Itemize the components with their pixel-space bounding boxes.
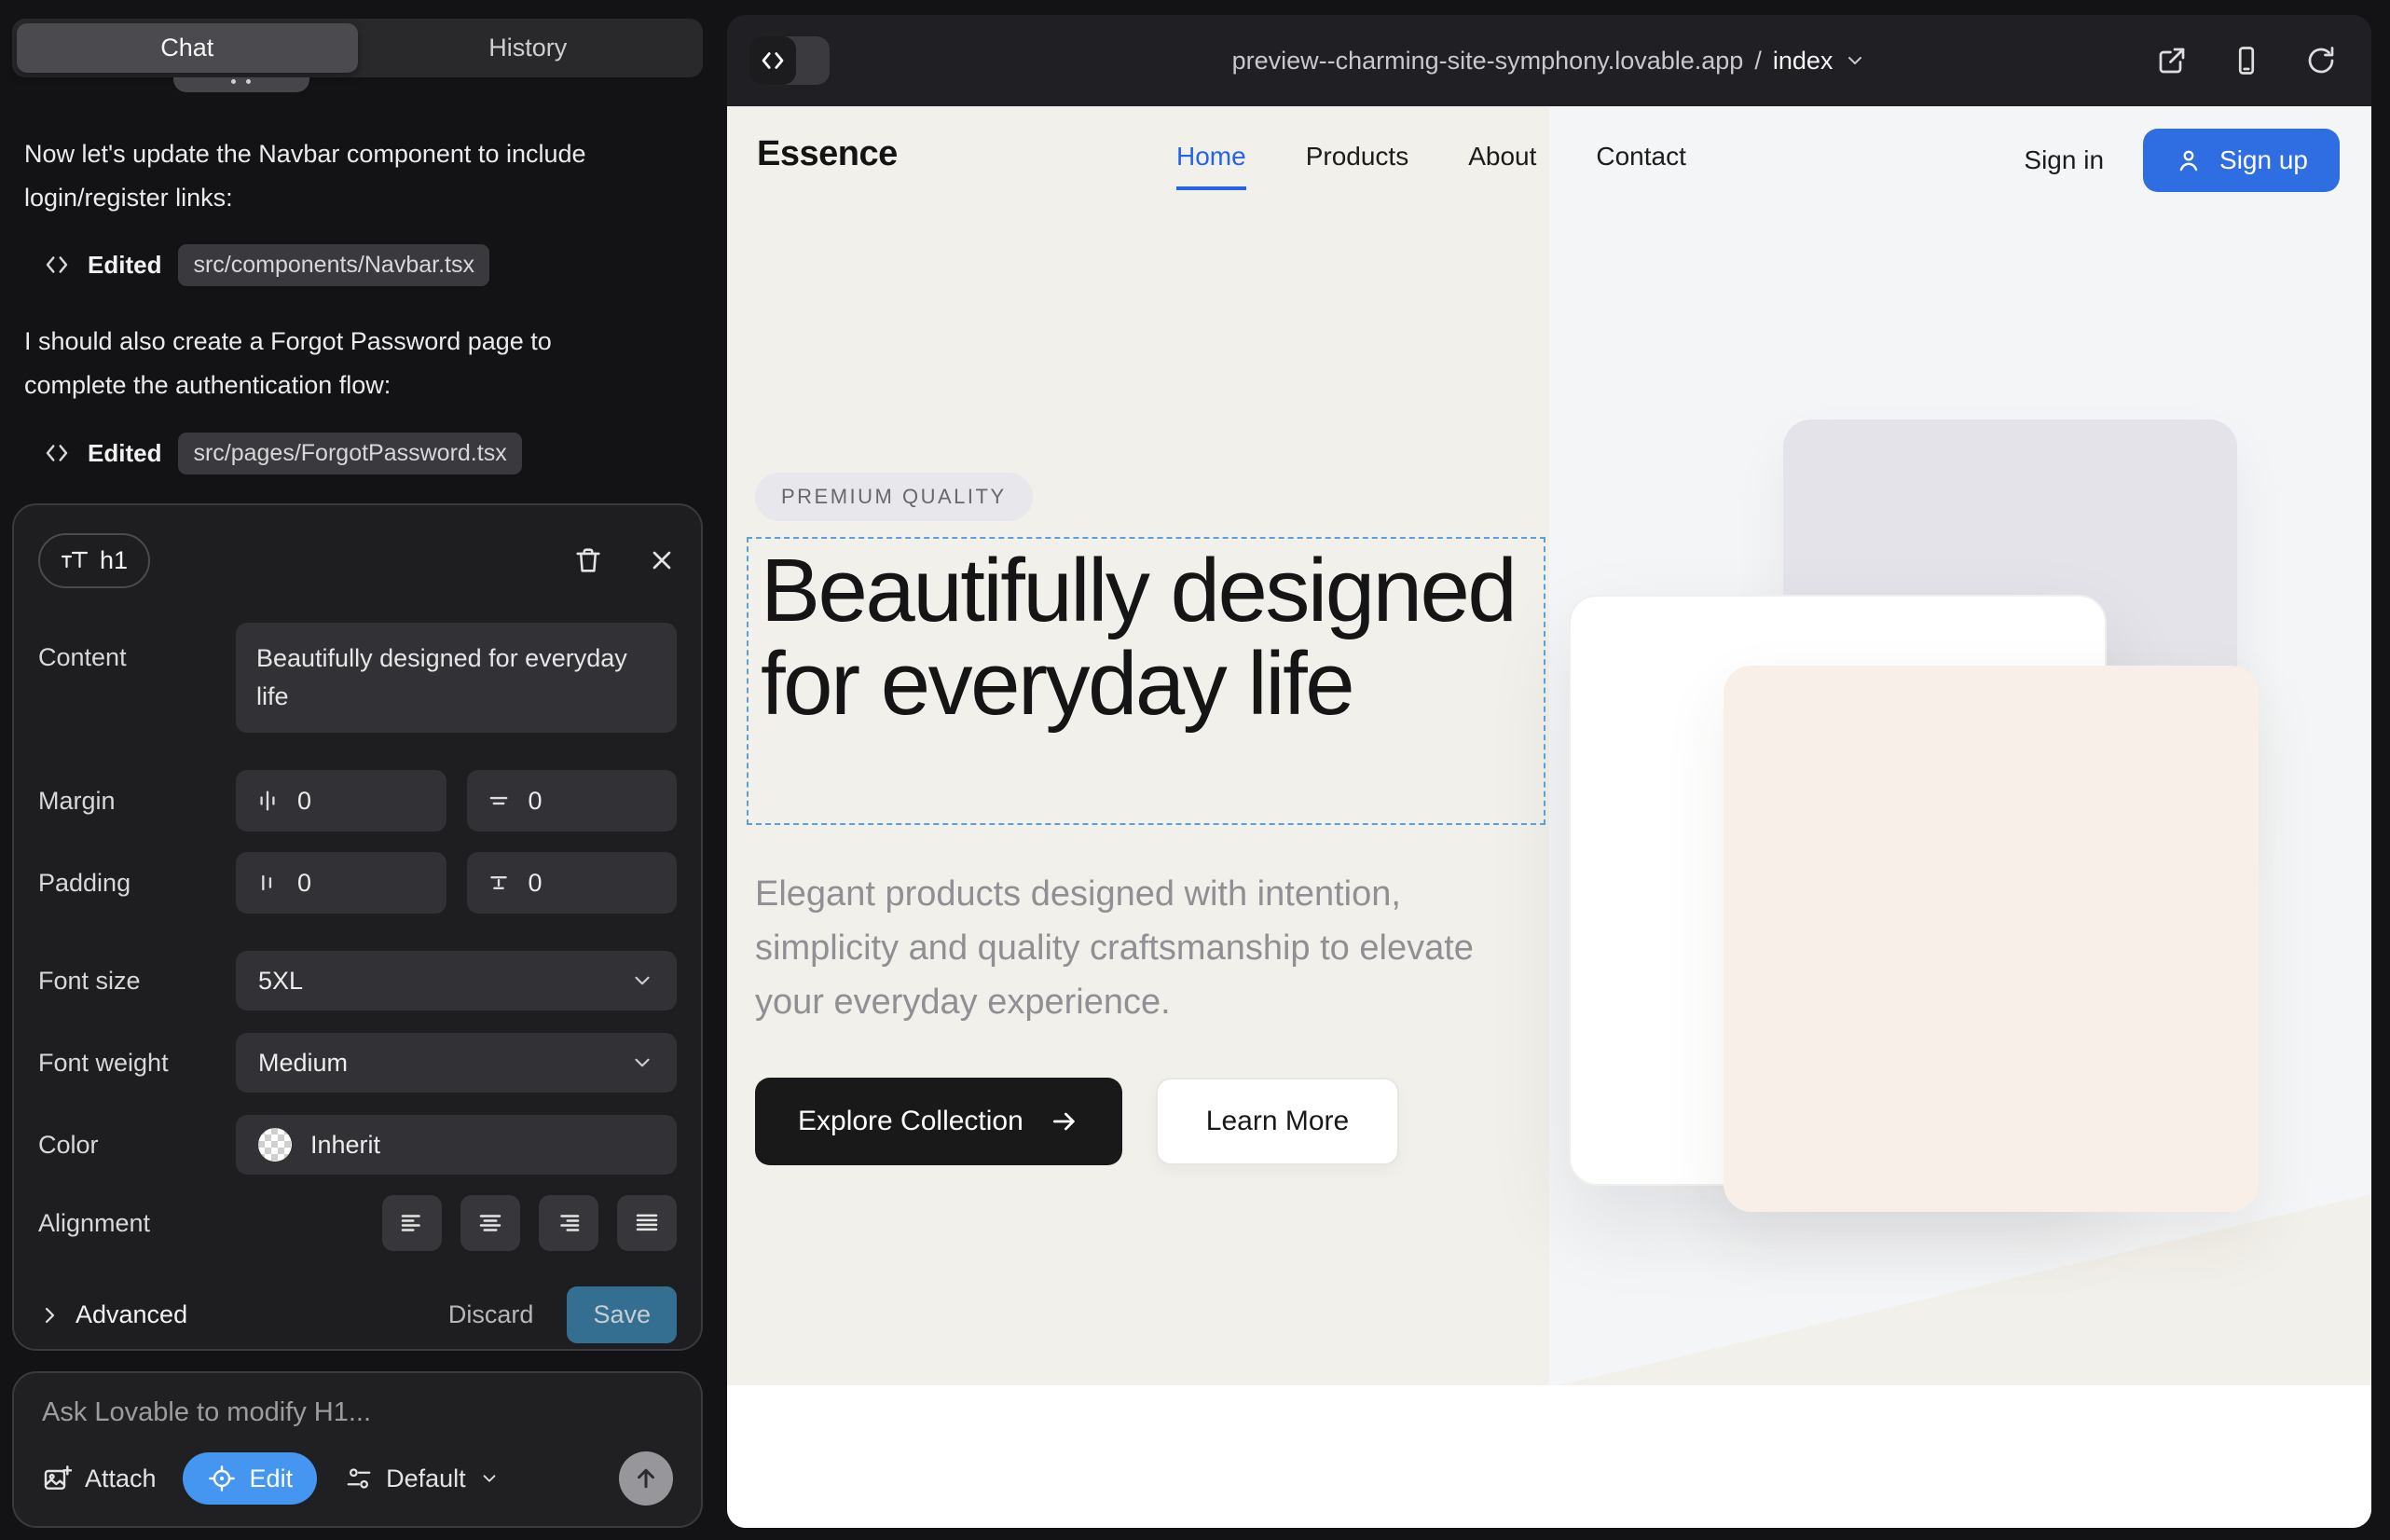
mobile-view-button[interactable] (2230, 44, 2263, 77)
chevron-down-icon (479, 1468, 500, 1489)
site-viewport: Essence Home Products About Contact Sign… (727, 106, 2371, 1528)
padding-label: Padding (38, 869, 236, 898)
chevron-down-icon (630, 969, 654, 993)
align-right-button[interactable] (539, 1195, 598, 1251)
font-size-label: Font size (38, 967, 236, 996)
align-left-button[interactable] (382, 1195, 442, 1251)
send-button[interactable] (619, 1451, 673, 1506)
edited-file-chip[interactable]: src/pages/ForgotPassword.tsx (178, 433, 521, 474)
preview-page: index (1773, 47, 1834, 76)
attach-button[interactable]: Attach (42, 1464, 157, 1493)
edited-file-row: Edited src/components/Navbar.tsx (43, 244, 489, 285)
font-weight-label: Font weight (38, 1049, 236, 1078)
preview-frame: preview--charming-site-symphony.lovable.… (727, 15, 2371, 1528)
content-textarea[interactable]: Beautifully designed for everyday life (236, 623, 677, 733)
edited-file-row: Edited src/pages/ForgotPassword.tsx (43, 433, 522, 474)
preview-url-bar[interactable]: preview--charming-site-symphony.lovable.… (727, 15, 2371, 106)
signin-link[interactable]: Sign in (2024, 145, 2104, 175)
align-left-icon (398, 1209, 426, 1237)
color-label: Color (38, 1131, 236, 1160)
user-icon (2175, 146, 2203, 174)
site-logo[interactable]: Essence (757, 134, 898, 174)
typography-icon (61, 550, 89, 571)
align-right-icon (555, 1209, 583, 1237)
discard-button[interactable]: Discard (448, 1300, 534, 1329)
margin-vertical-input[interactable]: 0 (467, 770, 678, 832)
padding-vertical-icon (486, 870, 512, 896)
edited-label: Edited (88, 439, 161, 468)
alignment-label: Alignment (38, 1209, 236, 1238)
refresh-button[interactable] (2304, 44, 2338, 77)
next-section (727, 1385, 2371, 1528)
tab-history[interactable]: History (358, 23, 699, 73)
preview-topbar: preview--charming-site-symphony.lovable.… (727, 15, 2371, 106)
margin-horizontal-icon (254, 788, 281, 814)
hero-graphic-blush-card (1724, 666, 2259, 1212)
chevron-down-icon (630, 1051, 654, 1075)
settings-sliders-icon (345, 1464, 373, 1492)
arrow-up-icon (632, 1464, 660, 1492)
assistant-message: I should also create a Forgot Password p… (24, 320, 651, 407)
margin-vertical-icon (486, 788, 512, 814)
lovable-sidebar: Chat History Now let's update the Navbar… (0, 0, 724, 1540)
nav-link-about[interactable]: About (1468, 142, 1536, 190)
content-label: Content (38, 623, 236, 672)
edit-mode-pill[interactable]: Edit (183, 1452, 318, 1505)
align-justify-button[interactable] (617, 1195, 677, 1251)
delete-element-button[interactable] (572, 544, 604, 576)
open-external-button[interactable] (2155, 44, 2189, 77)
target-icon (207, 1464, 237, 1493)
arrow-right-icon (1050, 1107, 1079, 1136)
composer-placeholder: Ask Lovable to modify H1... (42, 1397, 673, 1428)
advanced-toggle[interactable]: Advanced (38, 1300, 187, 1329)
nav-link-products[interactable]: Products (1306, 142, 1409, 190)
font-size-select[interactable]: 5XL (236, 951, 677, 1011)
edited-label: Edited (88, 251, 161, 280)
color-select[interactable]: Inherit (236, 1115, 677, 1175)
nav-link-home[interactable]: Home (1176, 142, 1246, 190)
hero-paragraph: Elegant products designed with intention… (755, 867, 1519, 1029)
close-panel-button[interactable] (647, 545, 677, 575)
selected-element-pill: h1 (38, 533, 150, 588)
assistant-message: Now let's update the Navbar component to… (24, 132, 651, 220)
margin-horizontal-input[interactable]: 0 (236, 770, 446, 832)
premium-quality-badge: PREMIUM QUALITY (755, 473, 1033, 521)
transparent-color-swatch (258, 1128, 292, 1162)
attach-image-icon (42, 1464, 72, 1493)
chevron-right-icon (38, 1304, 61, 1327)
code-icon (43, 251, 71, 279)
padding-vertical-input[interactable]: 0 (467, 852, 678, 914)
preview-domain: preview--charming-site-symphony.lovable.… (1232, 47, 1744, 76)
margin-label: Margin (38, 787, 236, 816)
chevron-down-icon (1844, 49, 1866, 72)
element-editor-panel: h1 Content Beautifully designed for ever… (12, 503, 703, 1351)
align-center-icon (476, 1209, 504, 1237)
align-justify-icon (633, 1209, 661, 1237)
scrolled-chip-fragment (173, 77, 309, 92)
app: { "chat": { "tab_chat": "Chat", "tab_his… (0, 0, 2390, 1540)
font-weight-select[interactable]: Medium (236, 1033, 677, 1093)
align-center-button[interactable] (460, 1195, 520, 1251)
tab-chat[interactable]: Chat (17, 23, 358, 73)
padding-horizontal-icon (254, 870, 281, 896)
chat-composer[interactable]: Ask Lovable to modify H1... Attach Edit … (12, 1371, 703, 1528)
element-tag-label: h1 (100, 546, 128, 575)
nav-link-contact[interactable]: Contact (1596, 142, 1686, 190)
explore-collection-button[interactable]: Explore Collection (755, 1078, 1122, 1165)
hero-heading[interactable]: Beautifully designed for everyday life (761, 544, 1544, 731)
signup-button[interactable]: Sign up (2143, 129, 2340, 192)
save-button[interactable]: Save (567, 1286, 677, 1343)
padding-horizontal-input[interactable]: 0 (236, 852, 446, 914)
learn-more-button[interactable]: Learn More (1156, 1078, 1399, 1165)
model-mode-select[interactable]: Default (345, 1464, 500, 1493)
chat-history-tabbar: Chat History (12, 19, 703, 77)
edited-file-chip[interactable]: src/components/Navbar.tsx (178, 244, 489, 286)
site-navbar: Essence Home Products About Contact Sign… (727, 106, 2371, 216)
code-icon (43, 439, 71, 467)
